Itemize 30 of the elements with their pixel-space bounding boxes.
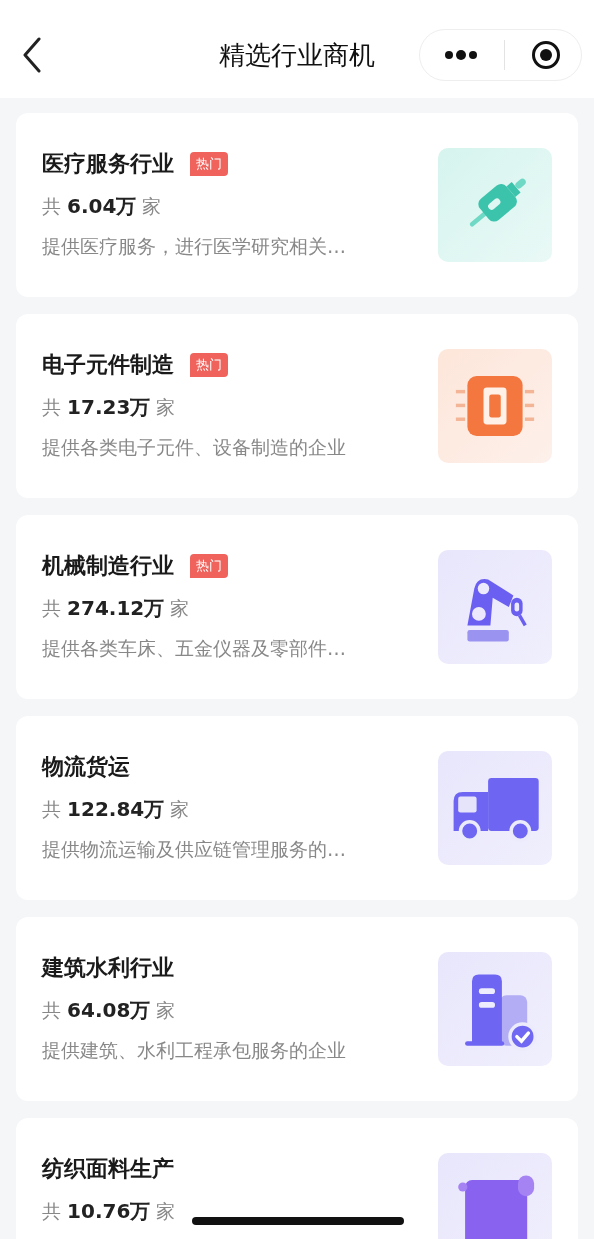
industry-name: 机械制造行业 — [42, 552, 174, 580]
company-count: 共 17.23万 家 — [42, 394, 177, 421]
industry-description: 提供建筑、水利工程承包服务的企业 — [42, 1038, 346, 1063]
industry-card[interactable]: 医疗服务行业 热门 共 6.04万 家 提供医疗服务，进行医学研究相关… — [16, 113, 578, 297]
industry-description: 提供医疗服务，进行医学研究相关… — [42, 234, 346, 259]
industry-card[interactable]: 纺织面料生产 共 10.76万 家 — [16, 1118, 578, 1239]
company-count: 共 64.08万 家 — [42, 997, 177, 1024]
back-icon[interactable] — [22, 37, 42, 73]
industry-description: 提供各类车床、五金仪器及零部件… — [42, 636, 346, 661]
industry-name: 物流货运 — [42, 753, 130, 781]
hot-tag: 热门 — [190, 152, 228, 176]
industry-name: 医疗服务行业 — [42, 150, 174, 178]
close-target-icon[interactable] — [531, 40, 561, 70]
industry-card[interactable]: 建筑水利行业 共 64.08万 家 提供建筑、水利工程承包服务的企业 — [16, 917, 578, 1101]
page-title: 精选行业商机 — [219, 38, 375, 72]
company-count: 共 122.84万 家 — [42, 796, 191, 823]
more-icon[interactable] — [444, 50, 478, 60]
industry-description: 提供物流运输及供应链管理服务的… — [42, 837, 346, 862]
company-count: 共 6.04万 家 — [42, 193, 163, 220]
industry-name: 电子元件制造 — [42, 351, 174, 379]
industry-card[interactable]: 电子元件制造 热门 共 17.23万 家 提供各类电子元件、设备制造的企业 — [16, 314, 578, 498]
hot-tag: 热门 — [190, 554, 228, 578]
company-count: 共 10.76万 家 — [42, 1198, 176, 1225]
hot-tag: 热门 — [190, 353, 228, 377]
industry-name: 纺织面料生产 — [42, 1155, 174, 1183]
industry-name: 建筑水利行业 — [42, 954, 174, 982]
industry-card[interactable]: 机械制造行业 热门 共 274.12万 家 提供各类车床、五金仪器及零部件… — [16, 515, 578, 699]
industry-description: 提供各类电子元件、设备制造的企业 — [42, 435, 346, 460]
industry-card[interactable]: 物流货运 共 122.84万 家 提供物流运输及供应链管理服务的… — [16, 716, 578, 900]
company-count: 共 274.12万 家 — [42, 595, 191, 622]
